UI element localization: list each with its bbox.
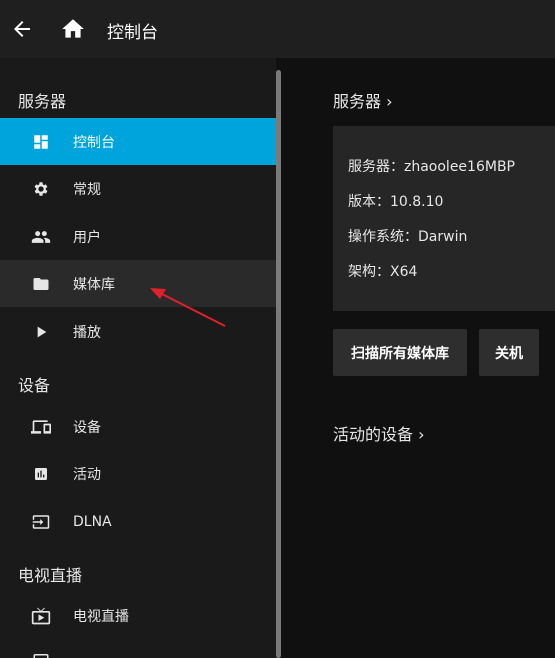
folder-icon xyxy=(31,274,51,294)
sidebar: 服务器 控制台 常规 用户 媒体库 播放 设备 设备 活动 DLNA 电视直播 … xyxy=(0,58,276,658)
sidebar-item-devices[interactable]: 设备 xyxy=(0,403,276,450)
arrow-left-icon[interactable] xyxy=(10,17,34,41)
live-tv-icon xyxy=(31,606,51,626)
server-arch: 架构：X64 xyxy=(348,264,418,280)
sidebar-item-label: 控制台 xyxy=(73,134,115,151)
gear-icon xyxy=(31,179,51,199)
sidebar-item-partial[interactable] xyxy=(0,640,276,658)
server-os: 操作系统：Darwin xyxy=(348,229,468,245)
app-header: 控制台 xyxy=(0,0,555,58)
sidebar-item-general[interactable]: 常规 xyxy=(0,165,276,212)
shutdown-button[interactable]: 关机 xyxy=(479,329,539,376)
sidebar-item-label: 设备 xyxy=(73,419,101,436)
sidebar-item-libraries[interactable]: 媒体库 xyxy=(0,260,276,307)
active-devices-heading-link[interactable]: 活动的设备 › xyxy=(333,421,425,445)
scan-libraries-button[interactable]: 扫描所有媒体库 xyxy=(333,329,467,376)
page-title: 控制台 xyxy=(107,23,158,43)
sidebar-item-dlna[interactable]: DLNA xyxy=(0,498,276,545)
sidebar-item-activity[interactable]: 活动 xyxy=(0,450,276,497)
sidebar-item-livetv[interactable]: 电视直播 xyxy=(0,592,276,639)
input-icon xyxy=(31,512,51,532)
dashboard-icon xyxy=(31,132,51,152)
sidebar-item-dashboard[interactable]: 控制台 xyxy=(0,118,276,165)
server-name: 服务器：zhaoolee16MBP xyxy=(348,159,515,175)
home-icon[interactable] xyxy=(60,16,86,42)
sidebar-item-playback[interactable]: 播放 xyxy=(0,308,276,355)
sidebar-item-label: 活动 xyxy=(73,466,101,483)
sidebar-section-devices: 设备 xyxy=(18,376,51,395)
users-icon xyxy=(31,227,51,247)
sidebar-section-livetv: 电视直播 xyxy=(18,566,83,585)
activity-icon xyxy=(31,464,51,484)
server-info-card: 服务器：zhaoolee16MBP 版本：10.8.10 操作系统：Darwin… xyxy=(333,126,555,311)
sidebar-item-label: 常规 xyxy=(73,181,101,198)
server-heading-link[interactable]: 服务器 › xyxy=(333,88,393,112)
sidebar-item-label: 媒体库 xyxy=(73,276,115,293)
devices-icon xyxy=(31,417,51,437)
sidebar-item-label: 电视直播 xyxy=(73,608,129,625)
sidebar-item-users[interactable]: 用户 xyxy=(0,213,276,260)
sidebar-section-server: 服务器 xyxy=(18,92,67,111)
sidebar-item-label: 用户 xyxy=(73,229,101,246)
play-icon xyxy=(31,322,51,342)
sidebar-item-label: 播放 xyxy=(73,324,101,341)
sidebar-item-label: DLNA xyxy=(73,513,112,530)
tv-icon xyxy=(31,650,51,658)
server-version: 版本：10.8.10 xyxy=(348,194,444,210)
main-content: 服务器 › 服务器：zhaoolee16MBP 版本：10.8.10 操作系统：… xyxy=(281,58,555,658)
